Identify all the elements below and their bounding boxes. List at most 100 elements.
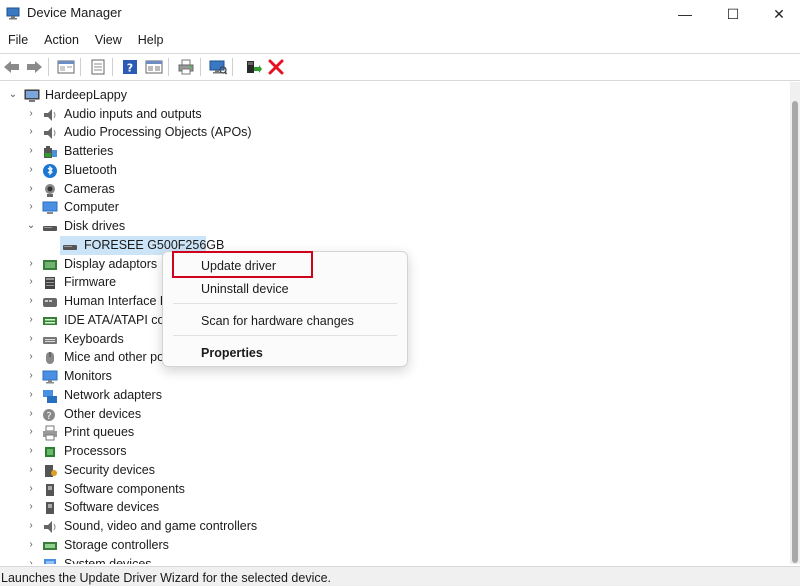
tree-category[interactable]: ›? Other devices [0, 405, 790, 424]
tree-category[interactable]: › Audio Processing Objects (APOs) [0, 123, 790, 142]
toolbar-separator [232, 58, 233, 76]
chevron-right-icon[interactable]: › [26, 108, 36, 120]
chevron-right-icon[interactable]: › [26, 408, 36, 420]
software-component-icon [46, 483, 54, 496]
storage-controller-icon [43, 541, 57, 550]
chevron-right-icon[interactable]: › [26, 389, 36, 401]
tree-category[interactable]: › Bluetooth [0, 161, 790, 180]
print-button[interactable] [176, 57, 196, 77]
minimize-button[interactable]: — [662, 0, 708, 28]
tree-category[interactable]: › Software devices [0, 498, 790, 517]
help-button[interactable]: ? [120, 57, 140, 77]
chevron-right-icon[interactable]: › [26, 164, 36, 176]
chevron-down-icon[interactable]: ⌄ [26, 220, 36, 232]
forward-button[interactable] [24, 57, 44, 77]
tree-category[interactable]: › Sound, video and game controllers [0, 517, 790, 536]
chevron-right-icon[interactable]: › [26, 201, 36, 213]
tree-category[interactable]: › Monitors [0, 367, 790, 386]
chevron-right-icon[interactable]: › [26, 464, 36, 476]
chevron-right-icon[interactable]: › [26, 426, 36, 438]
tree-category-label: Disk drives [64, 219, 126, 233]
properties-button[interactable] [56, 57, 76, 77]
back-arrow-icon [4, 61, 19, 73]
tree-category-label: System devices [64, 556, 152, 565]
tree-category[interactable]: › Network adapters [0, 386, 790, 405]
chevron-right-icon[interactable]: › [26, 183, 36, 195]
chevron-right-icon[interactable]: › [26, 276, 36, 288]
properties-menu-item[interactable]: Properties [201, 346, 263, 360]
camera-icon [45, 183, 55, 197]
scan-hardware-button[interactable] [208, 57, 228, 77]
maximize-button[interactable]: ☐ [710, 0, 756, 28]
tree-category[interactable]: › Computer [0, 198, 790, 217]
computer-root-icon [24, 89, 40, 102]
tree-category[interactable]: › System devices [0, 555, 790, 565]
tree-category-label: Batteries [64, 144, 114, 158]
tree-category[interactable]: › Processors [0, 442, 790, 461]
tree-category-label: Monitors [64, 369, 112, 383]
chevron-right-icon[interactable]: › [26, 314, 36, 326]
chevron-right-icon[interactable]: › [26, 370, 36, 382]
tree-category[interactable]: › Security devices [0, 461, 790, 480]
chevron-right-icon[interactable]: › [26, 558, 36, 565]
menu-action[interactable]: Action [36, 30, 87, 51]
tree-root[interactable]: ⌄ HardeepLappy [0, 86, 790, 105]
tree-category[interactable]: ⌄ Disk drives [0, 217, 790, 236]
computer-icon [42, 201, 58, 215]
add-driver-icon [247, 61, 262, 73]
uninstall-button[interactable] [266, 57, 286, 77]
hid-icon [43, 298, 57, 307]
other-devices-icon: ? [43, 408, 55, 422]
chevron-right-icon[interactable]: › [26, 333, 36, 345]
chevron-right-icon[interactable]: › [26, 295, 36, 307]
tree-category[interactable]: › Audio inputs and outputs [0, 105, 790, 124]
tree-category-label: Security devices [64, 462, 156, 477]
tree-category[interactable]: › Print queues [0, 423, 790, 442]
processor-icon [45, 447, 55, 457]
device-manager-app-icon [6, 7, 20, 20]
software-device-icon [46, 502, 54, 515]
tree-category-label: Network adapters [64, 387, 162, 402]
update-driver-highlight [172, 251, 313, 278]
menu-file[interactable]: File [0, 30, 36, 51]
chevron-right-icon[interactable]: › [26, 483, 36, 495]
scrollbar-thumb[interactable] [792, 101, 798, 563]
toolbar-separator [168, 58, 169, 76]
toolbar-separator [80, 58, 81, 76]
view-button[interactable] [144, 57, 164, 77]
tree-category-label: Other devices [64, 406, 142, 421]
uninstall-device-menu-item[interactable]: Uninstall device [201, 282, 289, 296]
menu-view[interactable]: View [87, 30, 130, 51]
tree-category[interactable]: › Storage controllers [0, 536, 790, 555]
view-icon [145, 60, 163, 74]
printer-icon [43, 425, 57, 441]
chevron-right-icon[interactable]: › [26, 258, 36, 270]
chevron-right-icon[interactable]: › [26, 145, 36, 157]
close-button[interactable]: ✕ [756, 0, 800, 28]
tree-category-label: Firmware [64, 275, 117, 290]
tree-category[interactable]: › Cameras [0, 180, 790, 199]
print-icon [178, 59, 194, 75]
tree-category-label: Software devices [64, 500, 160, 515]
scan-hardware-menu-item[interactable]: Scan for hardware changes [201, 314, 354, 328]
driver-details-button[interactable] [88, 57, 108, 77]
network-adapter-icon [43, 389, 57, 403]
menu-help[interactable]: Help [130, 30, 172, 51]
chevron-right-icon[interactable]: › [26, 520, 36, 532]
add-driver-button[interactable] [243, 57, 263, 77]
chevron-right-icon[interactable]: › [26, 351, 36, 363]
status-bar: Launches the Update Driver Wizard for th… [0, 566, 800, 586]
chevron-right-icon[interactable]: › [26, 126, 36, 138]
tree-category[interactable]: › Software components [0, 480, 790, 499]
back-button[interactable] [2, 57, 22, 77]
toolbar-separator [112, 58, 113, 76]
tree-root-label: HardeepLappy [45, 88, 128, 102]
battery-icon [44, 146, 57, 158]
chevron-right-icon[interactable]: › [26, 539, 36, 551]
monitor-icon [42, 370, 58, 384]
chevron-down-icon[interactable]: ⌄ [8, 89, 18, 101]
tree-category[interactable]: › Batteries [0, 142, 790, 161]
chevron-right-icon[interactable]: › [26, 445, 36, 457]
tree-category-label: Mice and other po [64, 350, 165, 365]
chevron-right-icon[interactable]: › [26, 501, 36, 513]
